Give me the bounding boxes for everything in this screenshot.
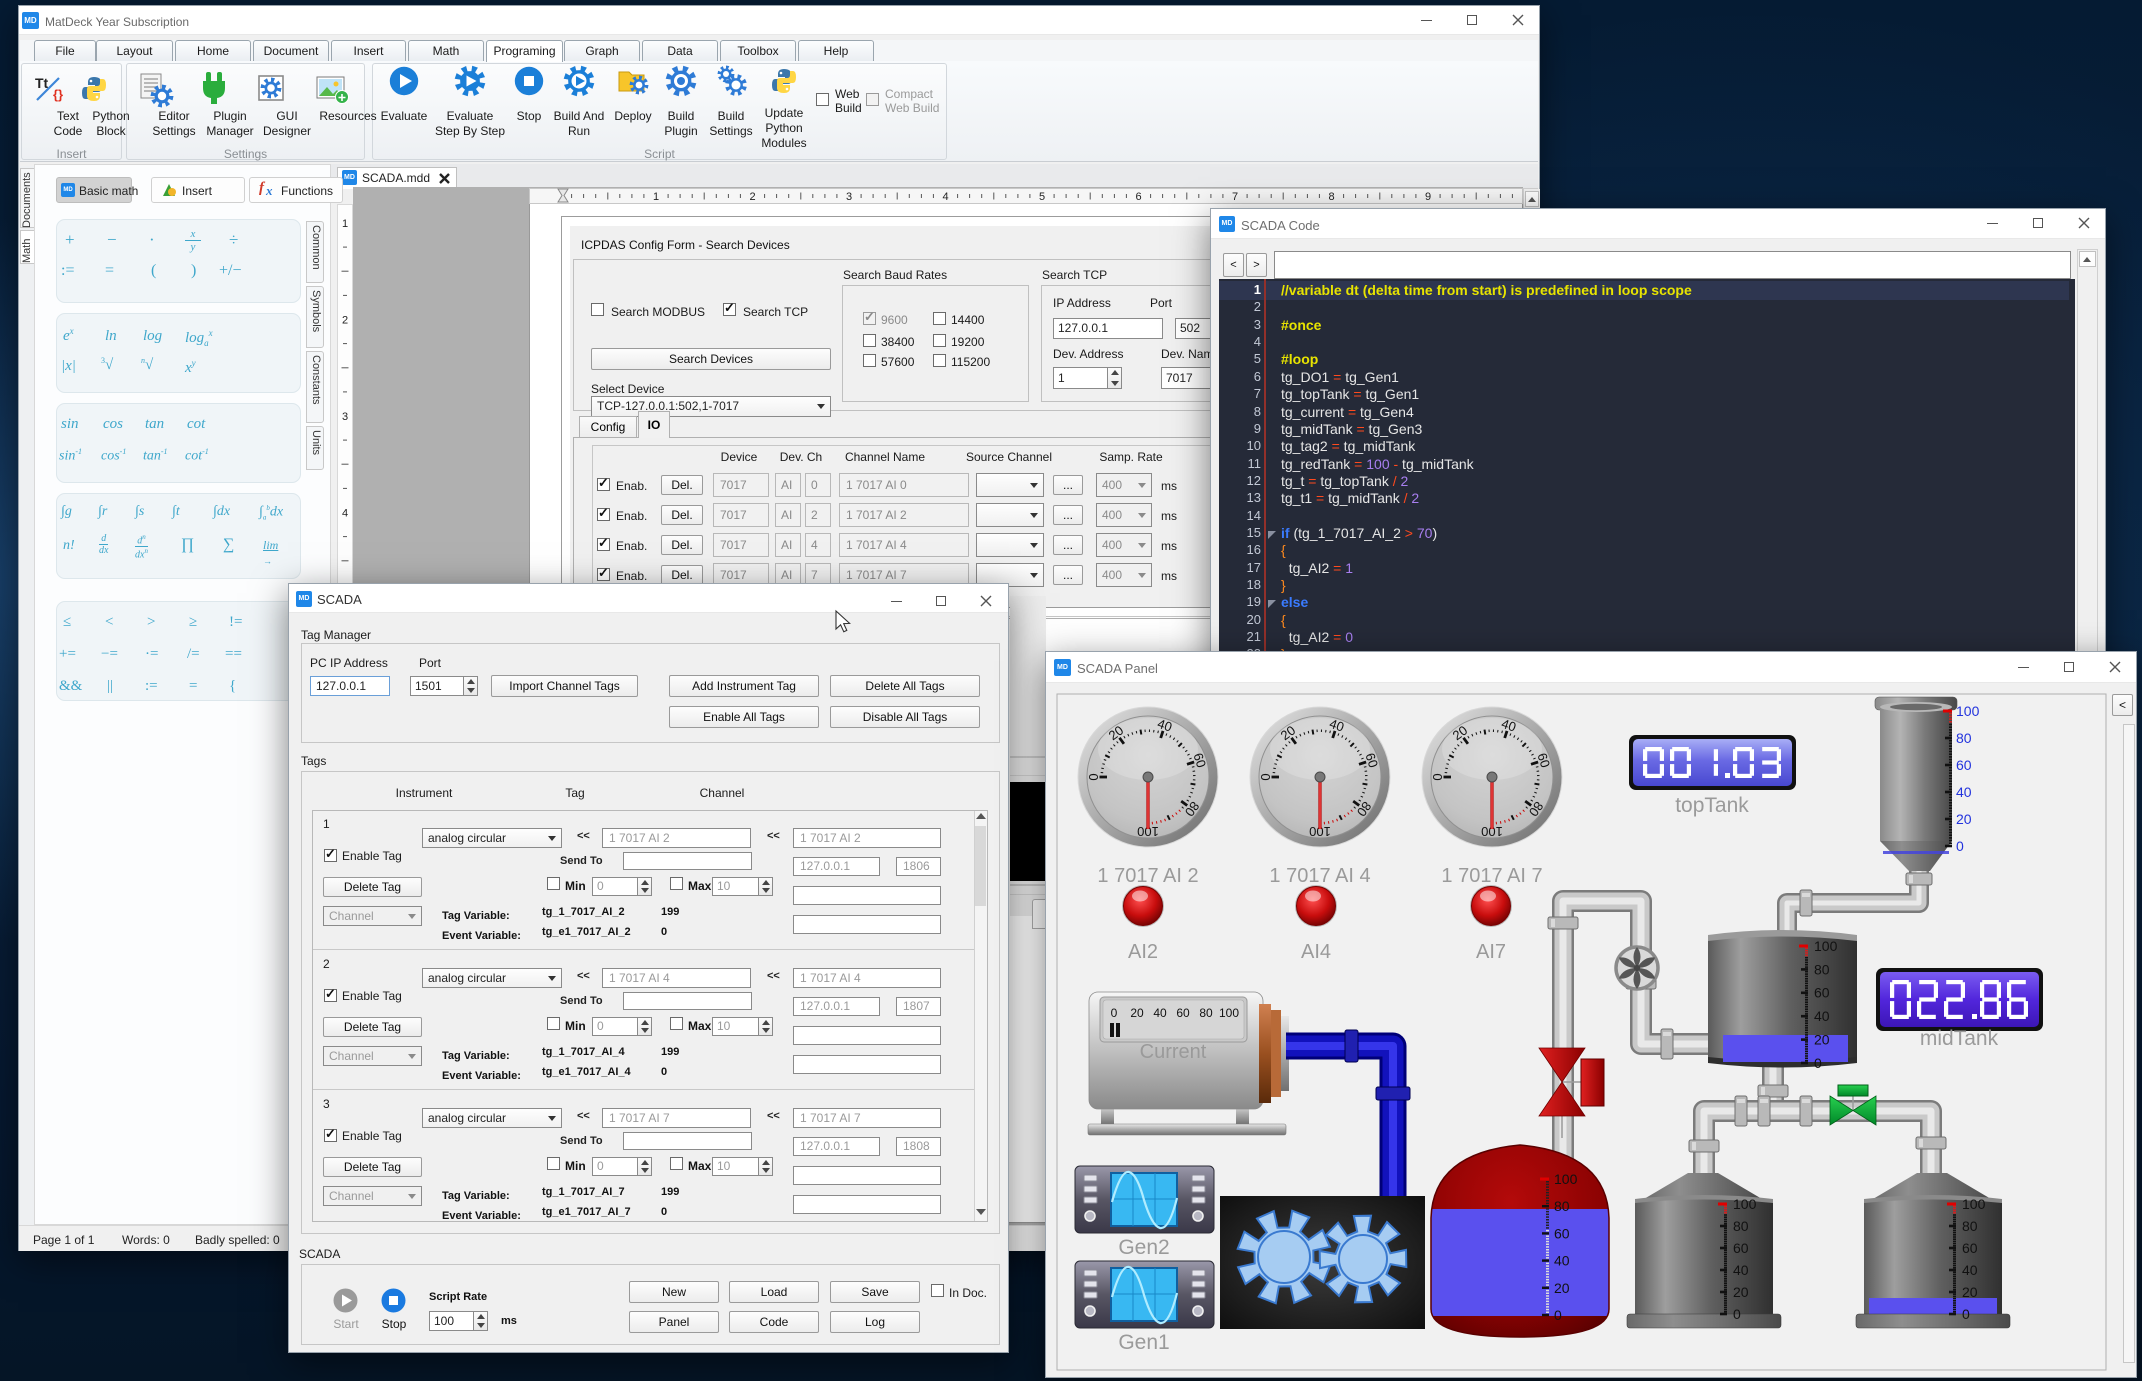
svg-text:Gen2: Gen2 [1118,1236,1169,1259]
svg-text:60: 60 [1962,1240,1978,1256]
svg-text:100: 100 [1814,938,1838,954]
svg-text:0: 0 [1962,1306,1970,1322]
svg-text:1: 1 [653,191,659,203]
svg-text:0: 0 [1554,1307,1562,1323]
svg-text:100: 100 [1554,1171,1578,1187]
svg-text:0: 0 [1733,1306,1741,1322]
svg-text:0: 0 [1814,1055,1822,1071]
svg-text:80: 80 [1199,1006,1213,1020]
svg-text:0: 0 [1956,838,1964,854]
svg-text:0: 0 [1430,773,1445,780]
svg-text:60: 60 [1956,757,1972,773]
svg-text:1 7017 AI 2: 1 7017 AI 2 [1097,865,1198,887]
svg-text:40: 40 [1733,1262,1749,1278]
svg-text:AI2: AI2 [1128,941,1158,963]
svg-text:100: 100 [1956,703,1980,719]
svg-text:20: 20 [1130,1006,1144,1020]
svg-text:20: 20 [1956,811,1972,827]
svg-text:Current: Current [1140,1041,1207,1063]
svg-text:100: 100 [1733,1196,1757,1212]
svg-text:AI4: AI4 [1301,941,1331,963]
svg-text:40: 40 [1554,1253,1570,1269]
svg-text:80: 80 [1554,1198,1570,1214]
svg-text:80: 80 [1733,1218,1749,1234]
svg-text:0: 0 [1258,773,1273,780]
svg-text:1 7017 AI 4: 1 7017 AI 4 [1269,865,1370,887]
svg-text:60: 60 [1176,1006,1190,1020]
svg-text:0: 0 [1111,1006,1118,1020]
svg-text:40: 40 [1153,1006,1167,1020]
svg-text:Tt: Tt [35,75,49,91]
svg-text:7: 7 [1232,191,1238,203]
svg-text:20: 20 [1554,1280,1570,1296]
svg-text:6: 6 [1135,191,1141,203]
svg-text:0: 0 [1086,773,1101,780]
svg-text:Gen1: Gen1 [1118,1331,1169,1354]
svg-text:40: 40 [1956,784,1972,800]
svg-text:3: 3 [846,191,852,203]
svg-text:80: 80 [1962,1218,1978,1234]
svg-text:2: 2 [342,315,348,327]
svg-text:topTank: topTank [1675,794,1749,817]
svg-text:20: 20 [1733,1284,1749,1300]
svg-text:80: 80 [1956,730,1972,746]
svg-text:5: 5 [1039,191,1045,203]
svg-text:20: 20 [1962,1284,1978,1300]
svg-text:2: 2 [749,191,755,203]
svg-text:40: 40 [1814,1008,1830,1024]
svg-text:4: 4 [942,191,948,203]
svg-text:80: 80 [1814,961,1830,977]
svg-text:3: 3 [342,411,348,423]
svg-text:{}: {} [53,87,63,102]
svg-text:60: 60 [1733,1240,1749,1256]
svg-text:1 7017 AI 7: 1 7017 AI 7 [1441,865,1542,887]
svg-text:40: 40 [1962,1262,1978,1278]
svg-text:midTank: midTank [1920,1027,1999,1050]
svg-text:9: 9 [1425,191,1431,203]
svg-text:100: 100 [1219,1006,1239,1020]
svg-text:20: 20 [1814,1032,1830,1048]
svg-text:8: 8 [1328,191,1334,203]
svg-text:100: 100 [1962,1196,1986,1212]
svg-text:AI7: AI7 [1476,941,1506,963]
svg-text:1: 1 [342,218,348,230]
svg-text:60: 60 [1554,1225,1570,1241]
svg-text:60: 60 [1814,985,1830,1001]
svg-text:4: 4 [342,508,348,520]
